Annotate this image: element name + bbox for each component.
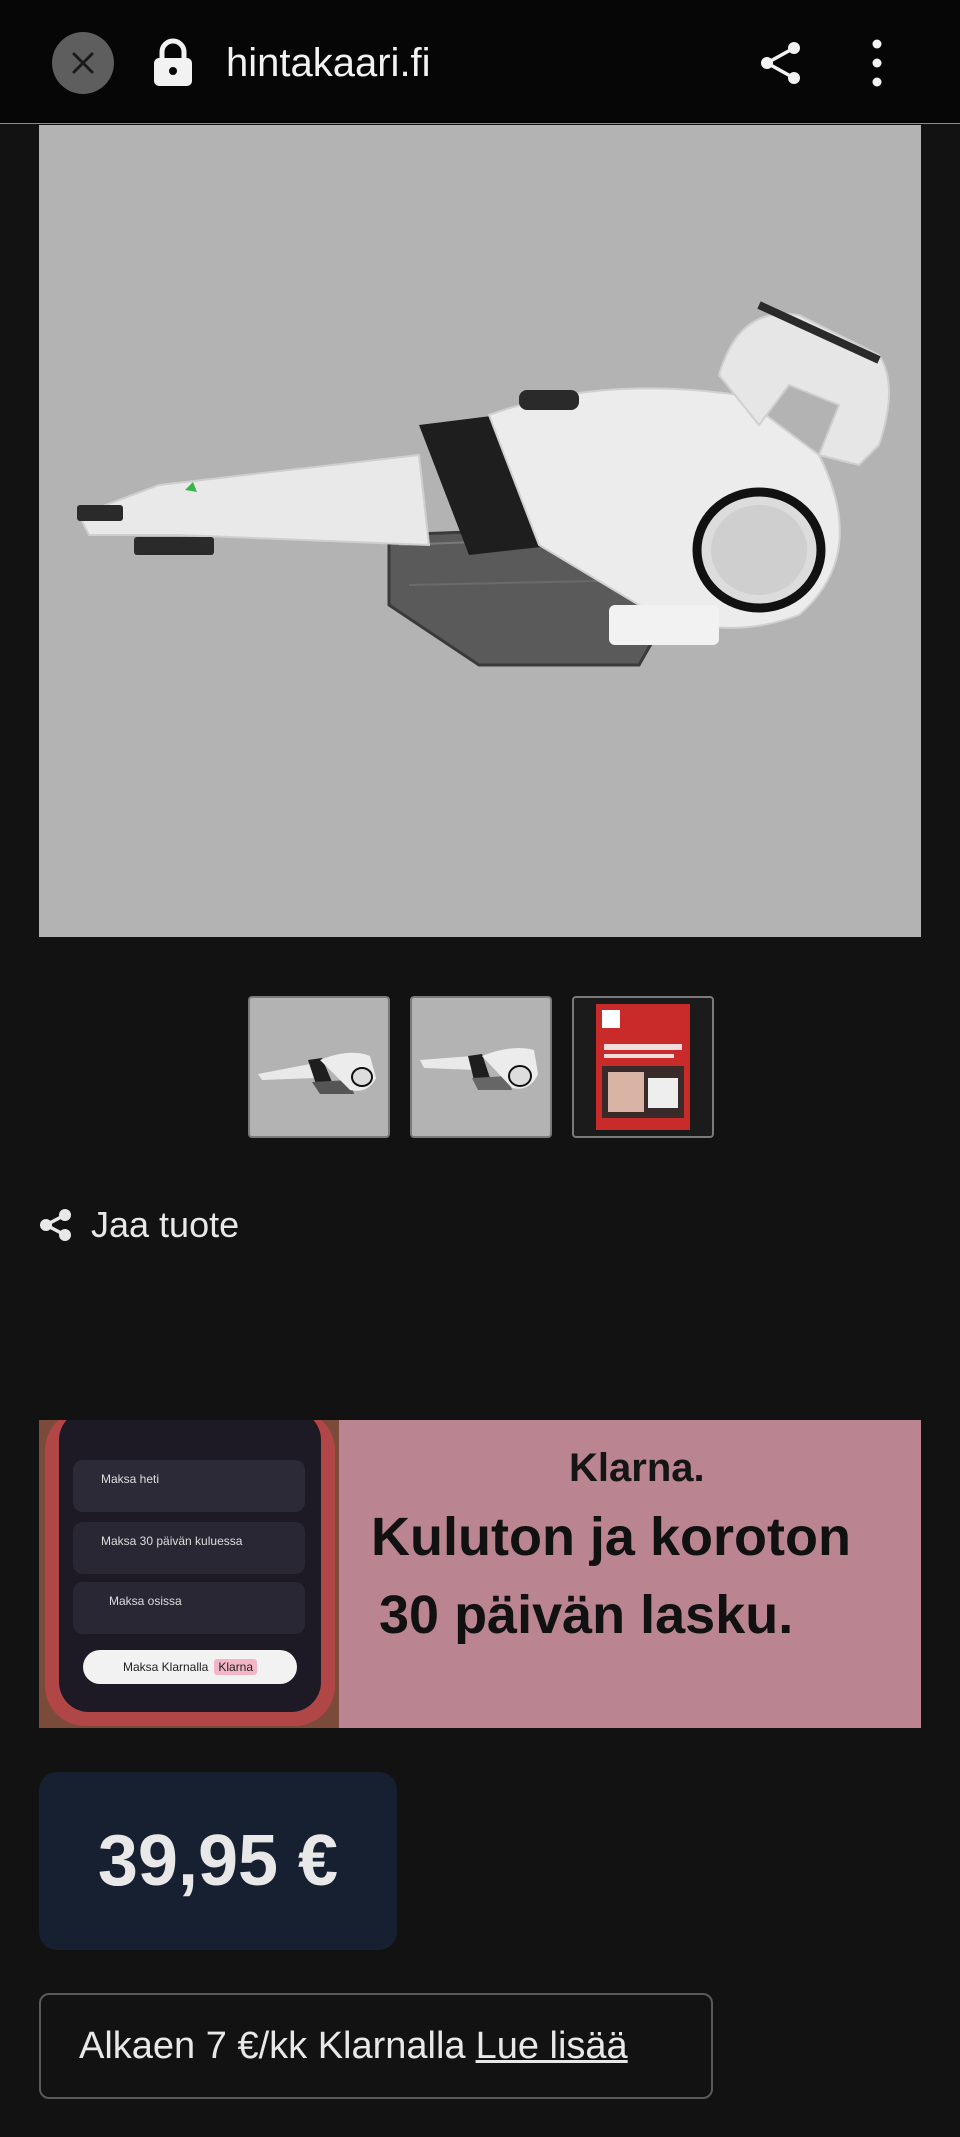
share-product-link[interactable]: Jaa tuote	[39, 1200, 239, 1250]
klarna-installment-info: Alkaen 7 €/kk Klarnalla Lue lisää	[39, 1993, 713, 2099]
read-more-link[interactable]: Lue lisää	[476, 2025, 628, 2068]
product-price: 39,95 €	[97, 1821, 339, 1901]
pay-button-label: Maksa Klarnalla	[122, 1660, 209, 1674]
banner-headline-2: 30 päivän lasku.	[379, 1585, 794, 1645]
pay-option-1: Maksa heti	[73, 1460, 305, 1512]
pay-option-1-label: Maksa heti	[101, 1472, 160, 1486]
url-text[interactable]: hintakaari.fi	[226, 38, 431, 88]
product-main-image[interactable]	[39, 125, 921, 937]
more-vert-icon[interactable]	[860, 38, 894, 88]
thumbnail-3[interactable]	[572, 996, 714, 1138]
thumbnail-vacuum-image	[258, 1052, 376, 1094]
klarna-logo: Klarna.	[569, 1446, 705, 1490]
close-icon	[72, 52, 94, 74]
pay-option-2-label: Maksa 30 päivän kuluessa	[101, 1534, 243, 1548]
pay-option-2: Maksa 30 päivän kuluessa	[73, 1522, 305, 1574]
thumbnail-vacuum-image	[420, 1048, 538, 1090]
banner-headline-1: Kuluton ja koroton	[371, 1507, 851, 1567]
phone-frame: Maksa heti Maksa 30 päivän kuluessa Maks…	[45, 1420, 335, 1726]
share-icon[interactable]	[758, 40, 804, 86]
pay-option-3: Maksa osissa	[73, 1582, 305, 1634]
klarna-banner[interactable]: Maksa heti Maksa 30 päivän kuluessa Maks…	[39, 1420, 921, 1728]
thumbnail-1[interactable]	[248, 996, 390, 1138]
share-icon	[40, 1209, 71, 1241]
thumbnail-box-image	[596, 1004, 690, 1130]
close-button[interactable]	[52, 32, 114, 94]
pay-with-klarna-button: Maksa Klarnalla Klarna	[83, 1650, 297, 1684]
share-product-label: Jaa tuote	[91, 1204, 240, 1245]
price-box: 39,95 €	[39, 1772, 397, 1950]
phone-screen: Maksa heti Maksa 30 päivän kuluessa Maks…	[59, 1420, 321, 1712]
klarna-badge: Klarna	[214, 1659, 258, 1675]
browser-toolbar: hintakaari.fi	[0, 0, 960, 124]
pay-option-3-label: Maksa osissa	[109, 1594, 182, 1608]
vacuum-illustration	[77, 301, 890, 667]
lock-icon[interactable]	[150, 38, 196, 88]
klarna-installment-text: Alkaen 7 €/kk Klarnalla	[79, 2024, 466, 2067]
thumbnail-2[interactable]	[410, 996, 552, 1138]
